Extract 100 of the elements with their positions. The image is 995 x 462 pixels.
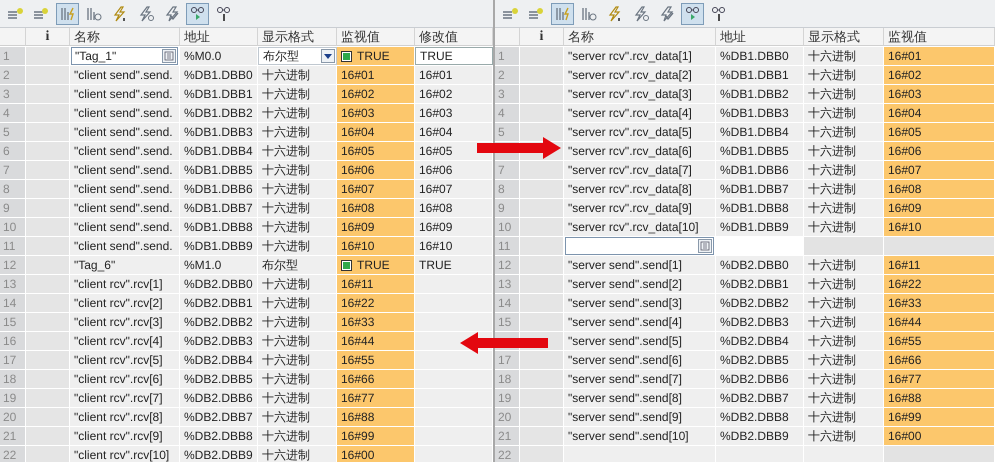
monitor-cell: 16#06 <box>884 142 995 160</box>
table-cell <box>26 199 70 217</box>
row-number: 15 <box>495 313 520 331</box>
monitor-cell: 16#08 <box>337 199 415 217</box>
table-cell <box>520 408 564 426</box>
row-number: 21 <box>495 427 520 445</box>
table-cell <box>26 332 70 350</box>
insert-row-icon <box>32 6 50 22</box>
table-cell: %DB1.DBB2 <box>180 104 258 122</box>
column-header: 地址 <box>716 28 804 46</box>
bars-lightning-icon <box>60 6 76 22</box>
table-cell: 十六进制 <box>258 218 337 236</box>
table-cell <box>520 370 564 388</box>
table-cell: %DB1.DBB9 <box>716 218 804 236</box>
table-cell <box>520 161 564 179</box>
row-number: 20 <box>495 408 520 426</box>
table-cell <box>26 218 70 236</box>
table-cell <box>26 370 70 388</box>
table-cell <box>520 66 564 84</box>
column-header: i <box>26 28 70 46</box>
table-cell: "client rcv".rcv[2] <box>70 294 180 312</box>
table-cell: %M0.0 <box>180 47 258 65</box>
table-cell: "client send".send. <box>70 161 180 179</box>
glasses-one-icon <box>214 6 232 22</box>
table-cell: %DB1.DBB5 <box>180 161 258 179</box>
table-cell: 十六进制 <box>804 332 884 350</box>
monitor-cell: 16#09 <box>337 218 415 236</box>
table-cell: %DB1.DBB8 <box>180 218 258 236</box>
list-icon <box>164 51 174 61</box>
monitor-cell: 16#33 <box>337 313 415 331</box>
table-cell: %DB1.DBB1 <box>180 85 258 103</box>
toolbar-button[interactable] <box>186 2 209 24</box>
table-cell <box>26 275 70 293</box>
monitor-cell: 16#99 <box>884 408 995 426</box>
table-cell <box>520 218 564 236</box>
table-cell: "client rcv".rcv[9] <box>70 427 180 445</box>
table-cell <box>520 85 564 103</box>
table-cell: "server rcv".rcv_data[4] <box>564 104 716 122</box>
table-cell <box>26 294 70 312</box>
row-number: 11 <box>495 237 520 255</box>
table-cell: 十六进制 <box>804 218 884 236</box>
table-cell: %DB2.DBB4 <box>716 332 804 350</box>
table-cell: 十六进制 <box>804 408 884 426</box>
table-cell: 16#10 <box>415 237 493 255</box>
table-cell: 十六进制 <box>804 351 884 369</box>
table-cell: 十六进制 <box>258 142 337 160</box>
column-header: 监视值 <box>884 28 995 46</box>
table-cell: 十六进制 <box>804 389 884 407</box>
monitor-cell: 16#08 <box>884 180 995 198</box>
row-number: 9 <box>0 199 26 217</box>
table-cell <box>520 313 564 331</box>
monitor-cell: 16#04 <box>884 104 995 122</box>
table-cell: %DB2.DBB2 <box>180 313 258 331</box>
table-cell: %DB2.DBB6 <box>180 389 258 407</box>
left-arrow-icon <box>460 332 548 354</box>
table-cell: "client rcv".rcv[5] <box>70 351 180 369</box>
monitor-cell: 16#03 <box>884 85 995 103</box>
table-cell: 十六进制 <box>804 199 884 217</box>
table-cell <box>520 275 564 293</box>
table-cell: 16#01 <box>415 66 493 84</box>
glasses-play-icon <box>188 6 206 22</box>
toolbar-button[interactable] <box>56 2 79 24</box>
table-cell: 十六进制 <box>804 180 884 198</box>
row-number: 10 <box>495 218 520 236</box>
glasses-one-icon <box>710 6 728 22</box>
row-number: 12 <box>0 256 26 274</box>
table-cell: "server send".send[4] <box>564 313 716 331</box>
monitor-cell: 16#04 <box>337 123 415 141</box>
table-cell <box>26 180 70 198</box>
table-cell: 16#08 <box>415 199 493 217</box>
list-icon <box>700 241 710 251</box>
modify-field[interactable]: TRUE <box>415 47 493 65</box>
table-cell: %DB2.DBB1 <box>716 275 804 293</box>
table-cell: 十六进制 <box>804 313 884 331</box>
list-button[interactable] <box>698 239 712 253</box>
table-cell: "client send".send. <box>70 199 180 217</box>
monitor-cell: 16#00 <box>337 446 415 462</box>
table-cell: "client rcv".rcv[3] <box>70 313 180 331</box>
name-field[interactable]: "Tag_1" <box>71 47 178 65</box>
column-header: 修改值 <box>415 28 493 46</box>
toolbar-button[interactable] <box>551 2 574 24</box>
format-dropdown[interactable]: 布尔型 <box>258 47 337 65</box>
toolbar-button[interactable] <box>681 2 704 24</box>
monitor-cell: 16#88 <box>884 389 995 407</box>
table-cell: "client send".send. <box>70 85 180 103</box>
table-cell: "client send".send. <box>70 104 180 122</box>
table-cell: 16#09 <box>415 218 493 236</box>
table-cell: 十六进制 <box>258 446 337 462</box>
table-cell: %DB1.DBB6 <box>180 180 258 198</box>
monitor-cell: 16#02 <box>337 85 415 103</box>
monitor-cell: 16#10 <box>337 237 415 255</box>
monitor-cell: 16#02 <box>884 66 995 84</box>
dropdown-button[interactable] <box>321 49 335 63</box>
table-cell <box>520 256 564 274</box>
list-button[interactable] <box>162 49 176 63</box>
row-number: 8 <box>495 180 520 198</box>
monitor-cell: 16#07 <box>884 161 995 179</box>
table-cell: "server send".send[3] <box>564 294 716 312</box>
table-cell: "server rcv".rcv_data[3] <box>564 85 716 103</box>
row-number: 7 <box>495 161 520 179</box>
